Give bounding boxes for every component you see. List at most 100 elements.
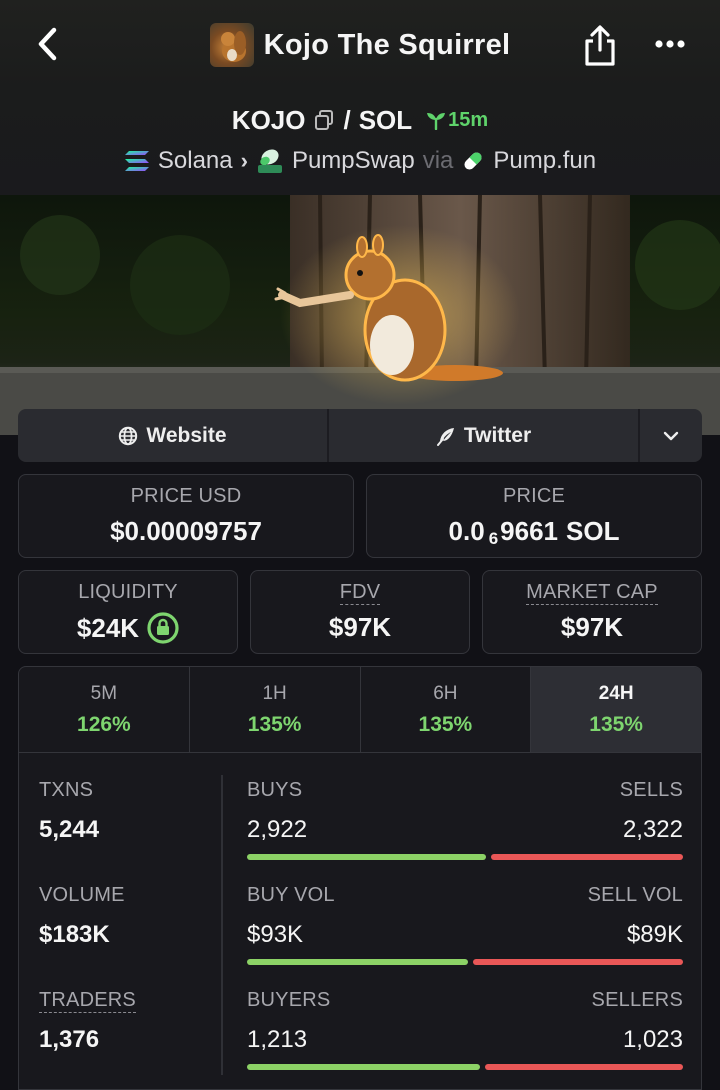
pair-row: KOJO / SOL 15m <box>0 102 720 138</box>
tab-label: 5M <box>90 682 118 704</box>
solana-icon <box>124 151 149 171</box>
website-label: Website <box>146 423 227 447</box>
buys-value: 2,922 <box>247 816 308 843</box>
pair-age: 15m <box>426 109 488 132</box>
price-native-card: PRICE 0.0 6 9661 SOL <box>366 474 702 558</box>
quote-symbol: SOL <box>358 104 413 135</box>
traders-stat: TRADERS 1,376 <box>39 989 136 1054</box>
via-label: via <box>422 147 454 174</box>
sprout-icon <box>427 113 446 130</box>
liquidity-label: LIQUIDITY <box>78 581 178 603</box>
token-avatar <box>209 23 254 67</box>
buy-vol-bar <box>247 959 468 965</box>
tab-change: 135% <box>589 712 643 736</box>
liquidity-card: LIQUIDITY $24K <box>18 570 238 654</box>
traders-label[interactable]: TRADERS <box>39 989 136 1013</box>
social-links: Website Twitter <box>18 409 702 462</box>
twitter-label: Twitter <box>463 423 532 447</box>
sell-vol-value: $89K <box>626 921 683 948</box>
tab-label: 1H <box>262 682 287 704</box>
traders-ratio-bar <box>247 1064 683 1070</box>
volume-label: VOLUME <box>39 884 125 906</box>
buyers-sellers-stat: BUYERS SELLERS 1,213 1,023 <box>247 989 683 1070</box>
stats-grid: TXNS 5,244 BUYS SELLS 2,922 2,322 VOLUME… <box>19 753 701 1089</box>
chevron-down-icon <box>663 431 679 440</box>
token-name: Kojo The Squirrel <box>263 28 511 61</box>
share-button[interactable] <box>580 24 620 68</box>
price-native-digits: 9661 <box>500 516 558 546</box>
volume-value: $183K <box>39 921 110 948</box>
more-links-button[interactable] <box>640 409 702 462</box>
buy-vol-label: BUY VOL <box>247 884 335 906</box>
tab-1h[interactable]: 1H 135% <box>190 667 361 752</box>
price-usd-label: PRICE USD <box>130 485 242 507</box>
pair-age-value: 15m <box>448 108 489 131</box>
txns-value: 5,244 <box>39 816 100 843</box>
tab-5m[interactable]: 5M 126% <box>19 667 190 752</box>
price-native-unit: SOL <box>566 516 620 546</box>
txns-label: TXNS <box>39 779 94 801</box>
liquidity-value-row: $24K <box>77 612 179 644</box>
tab-24h[interactable]: 24H 135% <box>531 667 701 752</box>
trading-stats-panel: 5M 126% 1H 135% 6H 135% 24H 135% TXNS 5,… <box>18 666 702 1090</box>
sellers-value: 1,023 <box>622 1026 683 1053</box>
tab-6h[interactable]: 6H 135% <box>361 667 532 752</box>
fdv-label[interactable]: FDV <box>339 581 381 605</box>
market-cap-card: MARKET CAP $97K <box>482 570 702 654</box>
sell-vol-label: SELL VOL <box>587 884 683 906</box>
token-banner-image <box>0 195 720 435</box>
tab-label: 6H <box>433 682 458 704</box>
sells-value: 2,322 <box>622 816 683 843</box>
price-native-prefix: 0.0 <box>448 516 485 546</box>
pill-icon <box>464 152 482 170</box>
more-dots-icon <box>655 40 685 48</box>
volume-ratio-bar <box>247 959 683 965</box>
sells-bar <box>491 854 683 860</box>
price-native-zero-count: 6 <box>488 528 499 548</box>
feather-icon <box>436 427 454 446</box>
buys-sells-stat: BUYS SELLS 2,922 2,322 <box>247 779 683 860</box>
base-symbol: KOJO <box>231 104 306 135</box>
price-native-label: PRICE <box>502 485 566 507</box>
price-native-value: 0.0 6 9661 SOL <box>448 516 620 548</box>
website-button[interactable]: Website <box>18 409 329 462</box>
txns-stat: TXNS 5,244 <box>39 779 99 844</box>
buys-bar <box>247 854 486 860</box>
fdv-card: FDV $97K <box>250 570 470 654</box>
pumpswap-icon <box>257 149 282 173</box>
launchpad-link[interactable]: Pump.fun <box>493 147 596 175</box>
stats-divider <box>221 775 223 1075</box>
buyers-value: 1,213 <box>247 1026 308 1053</box>
fdv-value: $97K <box>328 612 392 642</box>
buys-sells-ratio-bar <box>247 854 683 860</box>
token-header: Kojo The Squirrel KOJO / SOL 15m Solana … <box>0 0 720 195</box>
chain-link[interactable]: Solana <box>158 147 233 175</box>
globe-icon <box>119 426 138 445</box>
buyers-bar <box>247 1064 480 1070</box>
share-icon <box>585 25 615 66</box>
volume-stat: VOLUME $183K <box>39 884 125 949</box>
period-tabs: 5M 126% 1H 135% 6H 135% 24H 135% <box>19 667 701 753</box>
lock-icon[interactable] <box>147 612 179 644</box>
sells-label: SELLS <box>619 779 683 801</box>
copy-icon[interactable] <box>313 109 335 131</box>
market-cap-value: $97K <box>560 612 624 642</box>
chevron-right-icon: › <box>240 148 248 173</box>
sellers-label: SELLERS <box>591 989 683 1011</box>
tab-change: 135% <box>247 712 302 736</box>
price-usd-card: PRICE USD $0.00009757 <box>18 474 354 558</box>
more-button[interactable] <box>648 24 692 64</box>
twitter-button[interactable]: Twitter <box>329 409 640 462</box>
tab-label: 24H <box>598 682 634 704</box>
buy-sell-volume-stat: BUY VOL SELL VOL $93K $89K <box>247 884 683 965</box>
buyers-label: BUYERS <box>247 989 331 1011</box>
market-cap-label[interactable]: MARKET CAP <box>526 581 658 605</box>
price-usd-value: $0.00009757 <box>110 516 262 546</box>
buy-vol-value: $93K <box>247 921 304 948</box>
sell-vol-bar <box>473 959 683 965</box>
chain-row: Solana › PumpSwap via Pump.fun <box>0 143 720 179</box>
dex-link[interactable]: PumpSwap <box>292 147 415 175</box>
sellers-bar <box>485 1064 683 1070</box>
traders-value: 1,376 <box>39 1026 100 1053</box>
tab-change: 135% <box>418 712 473 736</box>
